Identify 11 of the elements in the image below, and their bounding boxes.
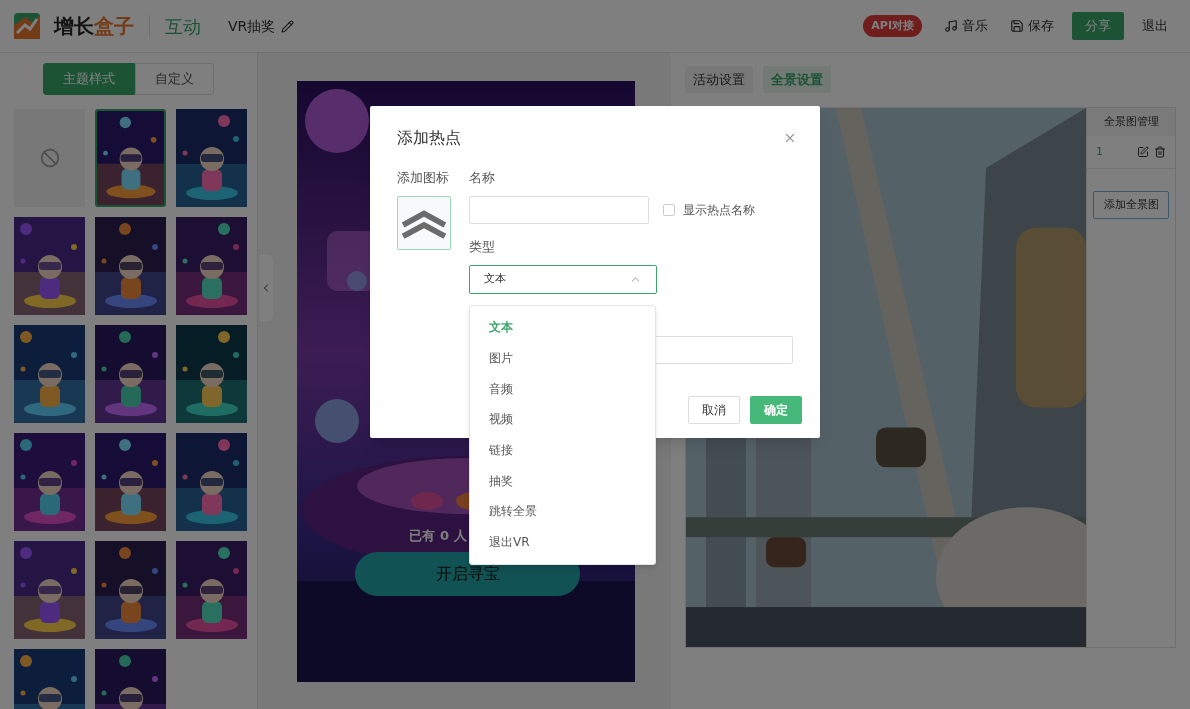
logo-text: 盒子 (94, 13, 134, 40)
icon-label: 添加图标 (397, 170, 450, 186)
participants-text: 已有 0 人 (409, 527, 467, 545)
dialog-title: 添加热点 (397, 127, 461, 149)
activity-title: VR抽奖 (228, 16, 276, 36)
type-label: 类型 (469, 239, 496, 255)
section-title: 互动 (165, 14, 201, 39)
logo-text: 增长 (54, 13, 94, 40)
manager-header: 全景图管理 (1087, 108, 1175, 136)
name-label: 名称 (469, 170, 496, 186)
show-name-label: 显示热点名称 (683, 202, 755, 219)
